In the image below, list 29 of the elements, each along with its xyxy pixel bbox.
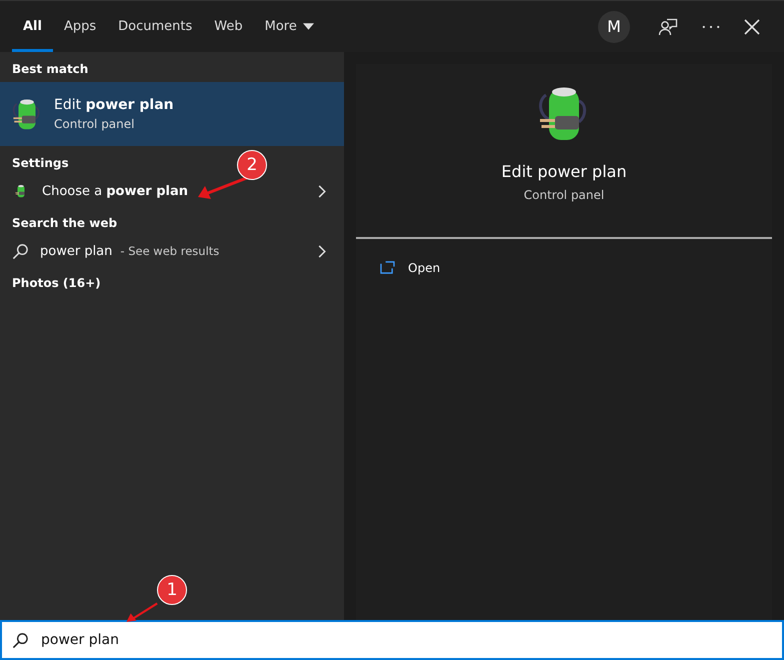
- result-item[interactable]: power plan - See web results: [0, 236, 344, 266]
- filter-tab[interactable]: Documents: [107, 1, 204, 52]
- caret-icon: [302, 23, 314, 30]
- result-item[interactable]: Edit power plan Control panel: [0, 82, 344, 146]
- search-icon: [12, 242, 29, 260]
- close-icon[interactable]: [744, 18, 760, 34]
- result-title: Choose a power plan: [42, 184, 188, 198]
- account-avatar[interactable]: M: [598, 10, 630, 42]
- preview-title: Edit power plan: [501, 162, 627, 181]
- feedback-icon[interactable]: [658, 16, 678, 36]
- section-heading: Best match: [11, 61, 90, 78]
- section-heading: Settings: [11, 155, 70, 172]
- result-subtitle: Control panel: [54, 117, 136, 131]
- more-options-icon[interactable]: [702, 24, 720, 28]
- filter-tab[interactable]: Web: [203, 1, 254, 52]
- chevron-right-icon: [318, 244, 326, 258]
- section-heading: Photos (16+): [11, 275, 102, 292]
- preview-subtitle: Control panel: [524, 188, 604, 202]
- search-field[interactable]: power plan: [0, 620, 784, 660]
- chevron-right-icon: [318, 184, 326, 198]
- search-icon: [12, 632, 29, 649]
- filter-tab[interactable]: More: [254, 1, 325, 52]
- filter-tab[interactable]: Apps: [52, 1, 108, 52]
- result-hint: - See web results: [120, 244, 220, 258]
- result-title: Edit power plan: [54, 97, 174, 113]
- section-heading: Search the web: [11, 215, 118, 232]
- open-action[interactable]: Open: [380, 260, 440, 274]
- result-title: power plan: [40, 244, 112, 258]
- open-icon: [380, 261, 395, 274]
